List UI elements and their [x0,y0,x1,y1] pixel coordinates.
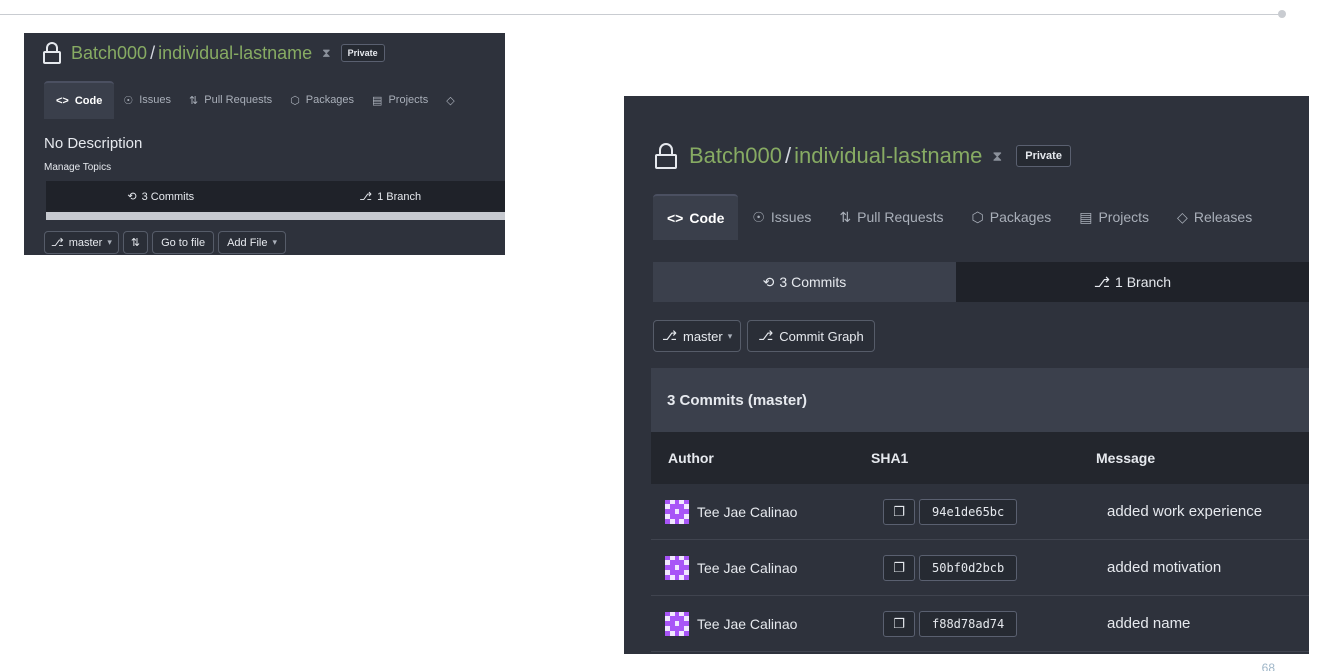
tab-releases[interactable]: ◇ Releases [1163,194,1266,240]
pull-request-icon: ⇅ [839,208,852,225]
repo-description: No Description [44,135,143,152]
history-icon: ⟲ [127,191,137,203]
commits-count-link[interactable]: ⟲ 3 Commits [46,181,276,212]
avatar [665,611,689,636]
chevron-down-icon: ▾ [727,330,733,341]
issue-icon: ☉ [123,94,134,107]
repo-tabs: <> Code ☉ Issues ⇅ Pull Requests ⬡ Packages … [44,81,470,119]
copy-sha-button[interactable]: ❐ [883,554,915,581]
code-icon: <> [667,210,684,226]
tab-packages[interactable]: ⬡ Packages [958,194,1066,240]
chevron-down-icon: ▾ [272,237,277,247]
repo-name-link[interactable]: individual-lastname [794,143,982,169]
tab-projects[interactable]: ▤ Projects [363,81,437,119]
lock-icon [43,42,61,64]
private-badge: Private [1016,145,1071,167]
tab-projects[interactable]: ▤ Projects [1065,194,1163,240]
project-icon: ▤ [372,94,383,107]
compare-button[interactable]: ⇅ [122,231,149,254]
branches-count-link[interactable]: ⎇ 1 Branch [276,181,506,212]
branch-toolbar: ⎇ master ▾ ⇅ Go to file Add File ▾ [44,231,286,254]
repo-screenshot-small: Batch000 / individual-lastname ⧗ Private… [24,33,505,255]
repo-separator: / [150,42,156,63]
code-icon: <> [56,95,69,107]
copy-sha-button[interactable]: ❐ [883,498,915,525]
page-number: 68 [1261,661,1275,671]
branch-icon: ⎇ [359,191,373,203]
copy-icon: ❐ [893,615,905,631]
tab-code[interactable]: <> Code [653,194,739,240]
commits-table-header: Author SHA1 Message [651,432,1309,484]
commits-table-title: 3 Commits (master) [651,368,1309,432]
branch-toolbar: ⎇ master ▾ ⎇ Commit Graph [653,320,875,352]
add-file-dropdown[interactable]: Add File ▾ [218,231,286,254]
sha-link[interactable]: f88d78ad74 [919,610,1018,637]
slide-top-rule-dot [1278,10,1286,18]
sha-link[interactable]: 50bf0d2bcb [919,554,1018,581]
rss-icon[interactable]: ⧗ [992,148,1002,165]
commit-message[interactable]: added motivation [1107,559,1221,576]
tag-icon: ◇ [1177,208,1188,225]
commits-count-link[interactable]: ⟲ 3 Commits [653,262,956,302]
branch-icon: ⎇ [662,328,677,343]
chevron-down-icon: ▾ [107,237,112,247]
repo-owner-link[interactable]: Batch000 [689,143,782,169]
tab-issues[interactable]: ☉ Issues [114,81,180,119]
tab-releases-truncated[interactable]: ◇ [437,81,469,119]
column-message: Message [1096,450,1156,466]
lock-icon [655,143,677,169]
repo-header: Batch000 / individual-lastname ⧗ Private [655,138,1071,174]
commit-message[interactable]: added work experience [1107,503,1262,520]
avatar [665,499,689,524]
commit-author[interactable]: Tee Jae Calinao [665,555,797,580]
go-to-file-button[interactable]: Go to file [152,231,215,254]
tab-issues[interactable]: ☉ Issues [738,194,825,240]
tab-code[interactable]: <> Code [44,81,115,119]
column-author: Author [668,450,714,466]
repo-tabs: <> Code ☉ Issues ⇅ Pull Requests ⬡ Packages … [653,194,1266,240]
avatar [665,555,689,580]
branches-count-link[interactable]: ⎇ 1 Branch [956,262,1309,302]
branch-icon: ⎇ [51,237,64,249]
rss-icon[interactable]: ⧗ [322,46,330,61]
repo-header: Batch000 / individual-lastname ⧗ Private [43,37,385,69]
copy-icon: ❐ [893,503,905,519]
sha-link[interactable]: 94e1de65bc [919,498,1018,525]
table-row: Tee Jae Calinao ❐ 94e1de65bc added work … [651,484,1309,540]
repo-summary-bar: ⟲ 3 Commits ⎇ 1 Branch [46,181,505,212]
commit-message[interactable]: added name [1107,615,1190,632]
repo-name-link[interactable]: individual-lastname [158,43,312,64]
tag-icon: ◇ [446,94,455,107]
issue-icon: ☉ [752,208,765,225]
history-icon: ⟲ [762,273,775,290]
commit-author[interactable]: Tee Jae Calinao [665,499,797,524]
slide-top-rule [0,14,1283,15]
commit-author[interactable]: Tee Jae Calinao [665,611,797,636]
package-icon: ⬡ [971,208,984,225]
repo-summary-bar: ⟲ 3 Commits ⎇ 1 Branch [653,262,1309,302]
copy-icon: ❐ [893,559,905,575]
project-icon: ▤ [1079,208,1093,225]
commit-graph-button[interactable]: ⎇ Commit Graph [747,320,875,352]
branch-dropdown[interactable]: ⎇ master ▾ [653,320,742,352]
pull-request-icon: ⇅ [189,94,199,107]
table-row: Tee Jae Calinao ❐ 50bf0d2bcb added motiv… [651,540,1309,596]
branch-icon: ⎇ [758,328,774,343]
column-sha: SHA1 [871,450,909,466]
pull-request-icon: ⇅ [130,237,141,249]
tab-pull-requests[interactable]: ⇅ Pull Requests [825,194,957,240]
manage-topics-link[interactable]: Manage Topics [44,162,111,173]
tab-packages[interactable]: ⬡ Packages [281,81,363,119]
private-badge: Private [340,44,385,62]
package-icon: ⬡ [290,94,300,107]
repo-screenshot-large: Batch000 / individual-lastname ⧗ Private… [624,96,1309,654]
copy-sha-button[interactable]: ❐ [883,610,915,637]
branch-icon: ⎇ [1093,273,1111,290]
tab-pull-requests[interactable]: ⇅ Pull Requests [180,81,281,119]
table-row: Tee Jae Calinao ❐ f88d78ad74 added name [651,596,1309,652]
language-stats-bar [46,212,505,220]
repo-owner-link[interactable]: Batch000 [71,43,147,64]
repo-separator: / [784,143,792,168]
branch-dropdown[interactable]: ⎇ master ▾ [44,231,119,254]
